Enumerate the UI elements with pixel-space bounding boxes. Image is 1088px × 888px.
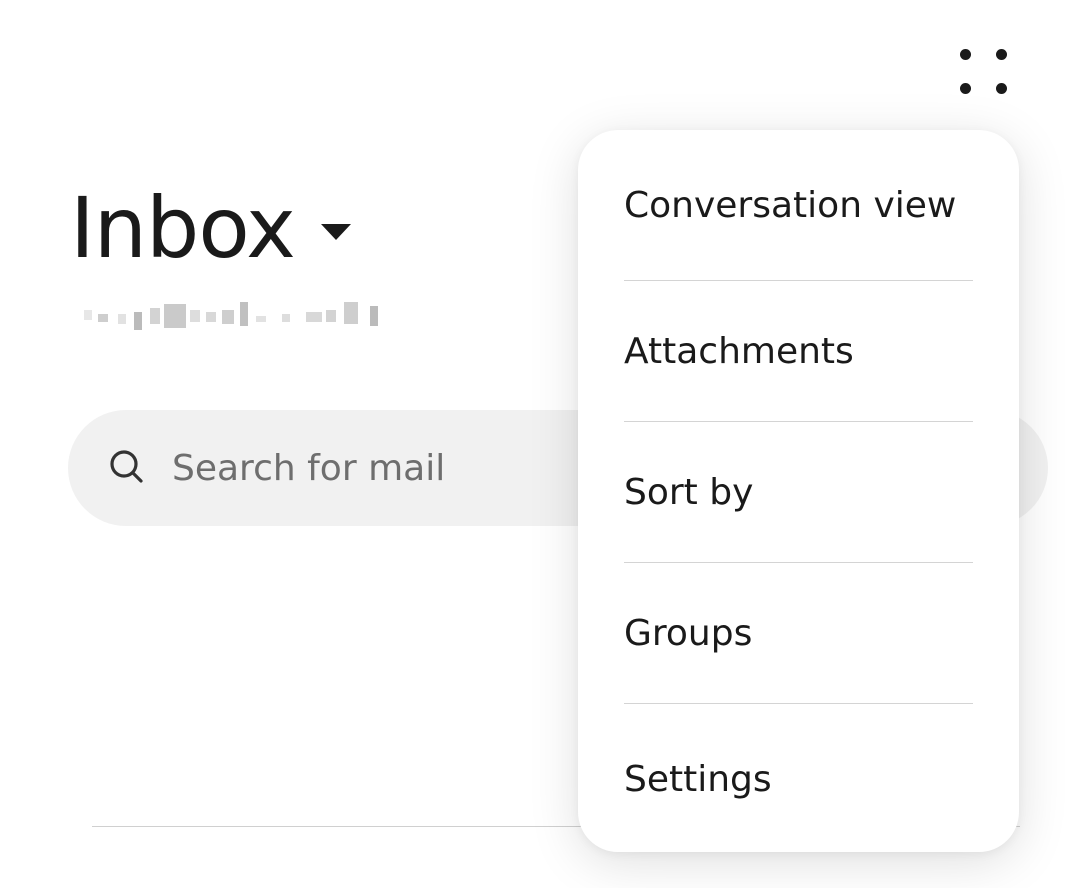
more-options-icon [960, 49, 971, 60]
menu-item-label: Settings [624, 758, 772, 800]
menu-item-label: Attachments [624, 330, 854, 372]
menu-item-settings[interactable]: Settings [578, 704, 1019, 852]
more-options-icon-dot [996, 83, 1007, 94]
more-options-button[interactable] [944, 34, 1024, 114]
menu-item-sort-by[interactable]: Sort by [578, 422, 1019, 562]
page-title: Inbox [70, 179, 296, 277]
menu-item-attachments[interactable]: Attachments [578, 281, 1019, 421]
menu-item-label: Groups [624, 612, 753, 654]
menu-item-label: Sort by [624, 471, 754, 513]
mail-app-screen: Inbox Conversation view Attac [0, 0, 1088, 888]
more-options-icon-dot [996, 49, 1007, 60]
search-icon [110, 450, 143, 483]
dropdown-caret-icon [320, 224, 351, 240]
mailbox-selector[interactable]: Inbox [70, 178, 351, 278]
menu-item-label: Conversation view [624, 184, 957, 226]
overflow-menu: Conversation view Attachments Sort by Gr… [578, 130, 1019, 852]
menu-item-groups[interactable]: Groups [578, 563, 1019, 703]
more-options-icon-dot [960, 83, 971, 94]
account-email-redacted [78, 296, 388, 332]
menu-item-conversation-view[interactable]: Conversation view [578, 130, 1019, 280]
